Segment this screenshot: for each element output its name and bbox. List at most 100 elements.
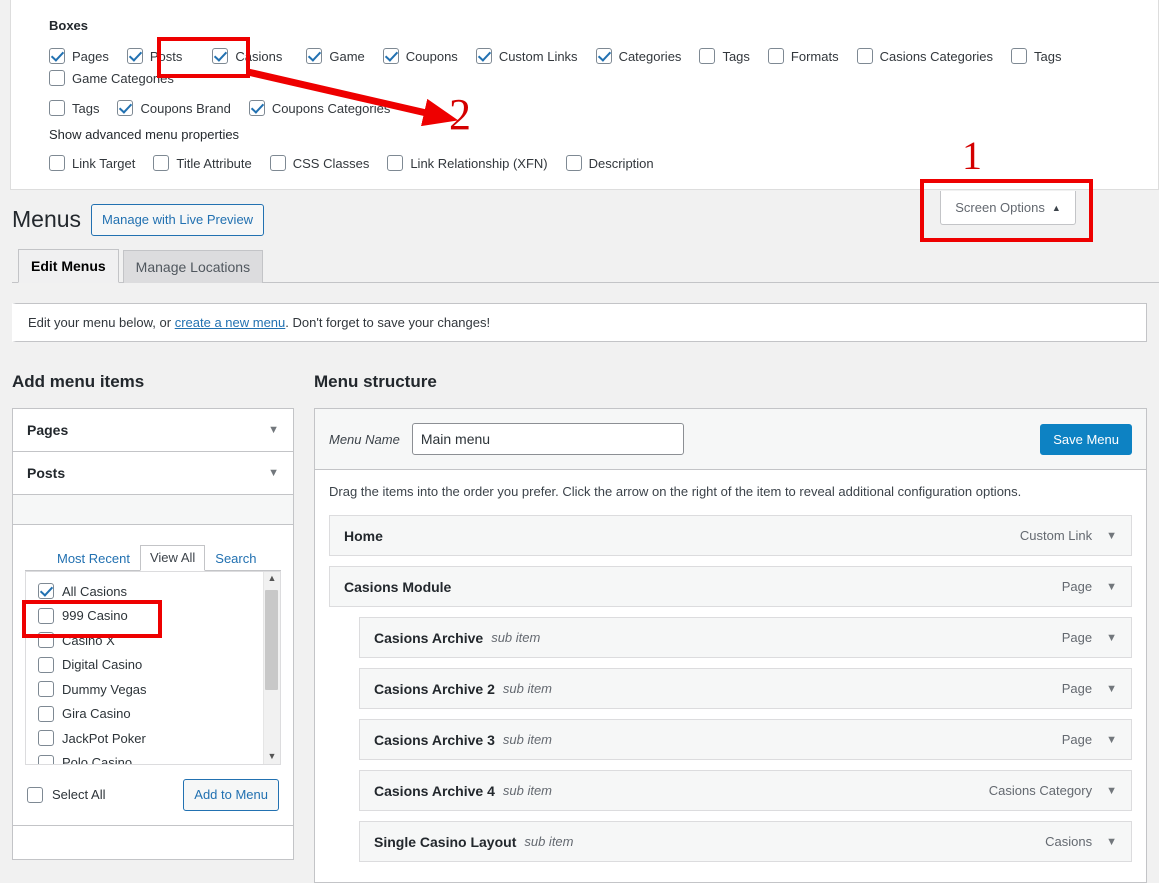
- menu-item-casions-archive[interactable]: Casions Archive sub item Page ▼: [359, 617, 1132, 658]
- checkbox-icon[interactable]: [565, 155, 582, 171]
- scroll-up-icon[interactable]: ▲: [268, 572, 277, 586]
- scrollbar-track[interactable]: [264, 586, 280, 750]
- notice-prefix: Edit your menu below, or: [28, 315, 175, 330]
- checkbox-title-attribute[interactable]: Title Attribute: [153, 152, 252, 174]
- chevron-down-icon[interactable]: ▼: [1106, 683, 1117, 695]
- list-item[interactable]: Dummy Vegas: [38, 677, 263, 702]
- list-item[interactable]: Polo Casino: [38, 751, 263, 764]
- scrollbar-thumb[interactable]: [265, 590, 278, 690]
- scroll-down-icon[interactable]: ▼: [268, 750, 277, 764]
- checkbox-icon[interactable]: [212, 48, 229, 64]
- checkbox-icon[interactable]: [306, 48, 323, 64]
- list-item-all-casions[interactable]: All Casions: [38, 579, 263, 604]
- checkbox-game[interactable]: Game: [306, 45, 365, 67]
- menu-item-casions-archive-4[interactable]: Casions Archive 4 sub item Casions Categ…: [359, 770, 1132, 811]
- checkbox-icon[interactable]: [1011, 48, 1028, 64]
- list-item[interactable]: Gira Casino: [38, 702, 263, 727]
- checkbox-icon[interactable]: [126, 48, 143, 64]
- tab-view-all[interactable]: View All: [139, 545, 206, 571]
- checkbox-pages[interactable]: Pages: [49, 45, 109, 67]
- checkbox-icon[interactable]: [38, 730, 54, 747]
- add-items-accordion: Pages ▼ Posts ▼ Most Recent View All Sea…: [12, 408, 294, 860]
- chevron-down-icon[interactable]: ▼: [1106, 632, 1117, 644]
- checkbox-coupons[interactable]: Coupons: [382, 45, 458, 67]
- advanced-checkbox-row: Link Target Title Attribute CSS Classes …: [49, 152, 1138, 174]
- add-to-menu-button[interactable]: Add to Menu: [183, 779, 279, 811]
- checkbox-icon[interactable]: [269, 155, 286, 171]
- tab-manage-locations[interactable]: Manage Locations: [122, 249, 264, 283]
- checkbox-casions-categories[interactable]: Casions Categories: [856, 45, 993, 67]
- checkbox-icon[interactable]: [153, 155, 170, 171]
- list-item-label: 999 Casino: [62, 608, 128, 624]
- menu-item-casions-archive-3[interactable]: Casions Archive 3 sub item Page ▼: [359, 719, 1132, 760]
- menu-item-casions-archive-2[interactable]: Casions Archive 2 sub item Page ▼: [359, 668, 1132, 709]
- tab-most-recent[interactable]: Most Recent: [47, 546, 140, 571]
- checkbox-tags-3[interactable]: Tags: [49, 97, 99, 119]
- select-all-checkbox[interactable]: Select All: [27, 786, 105, 803]
- list-item[interactable]: 999 Casino: [38, 604, 263, 629]
- checkbox-posts[interactable]: Posts: [126, 45, 182, 67]
- checkbox-icon[interactable]: [475, 48, 492, 64]
- chevron-down-icon[interactable]: ▼: [1106, 530, 1117, 542]
- checkbox-css-classes[interactable]: CSS Classes: [269, 152, 369, 174]
- accordion-pages[interactable]: Pages ▼: [13, 409, 293, 452]
- checkbox-formats[interactable]: Formats: [767, 45, 839, 67]
- menu-item-title: Single Casino Layout: [374, 833, 517, 850]
- checkbox-icon[interactable]: [856, 48, 873, 64]
- chevron-down-icon[interactable]: ▼: [1106, 836, 1117, 848]
- menu-item-casions-module[interactable]: Casions Module Page ▼: [329, 566, 1132, 607]
- checkbox-icon[interactable]: [595, 48, 612, 64]
- list-scrollbar[interactable]: ▲ ▼: [263, 572, 280, 764]
- checkbox-description[interactable]: Description: [565, 152, 654, 174]
- accordion-spacer: [13, 495, 293, 525]
- checkbox-icon[interactable]: [38, 607, 54, 624]
- create-new-menu-link[interactable]: create a new menu: [175, 315, 286, 330]
- checkbox-tags[interactable]: Tags: [699, 45, 750, 67]
- checkbox-label: Coupons Categories: [271, 100, 391, 116]
- menu-item-single-casino-layout[interactable]: Single Casino Layout sub item Casions ▼: [359, 821, 1132, 862]
- save-menu-button[interactable]: Save Menu: [1040, 423, 1132, 455]
- checkbox-casions[interactable]: Casions: [212, 45, 282, 67]
- tab-search[interactable]: Search: [205, 546, 266, 571]
- checkbox-icon[interactable]: [27, 786, 43, 803]
- checkbox-icon[interactable]: [38, 632, 54, 649]
- menu-item-type: Page: [1061, 681, 1093, 696]
- checkbox-icon[interactable]: [49, 48, 65, 64]
- checkbox-custom-links[interactable]: Custom Links: [475, 45, 578, 67]
- checkbox-icon[interactable]: [767, 48, 784, 64]
- menu-item-home[interactable]: Home Custom Link ▼: [329, 515, 1132, 556]
- checkbox-icon[interactable]: [38, 681, 54, 698]
- menu-name-input[interactable]: [411, 423, 684, 455]
- list-item[interactable]: Digital Casino: [38, 653, 263, 678]
- chevron-down-icon[interactable]: ▼: [1106, 734, 1117, 746]
- checkbox-coupons-brand[interactable]: Coupons Brand: [117, 97, 231, 119]
- checkbox-icon[interactable]: [38, 656, 54, 673]
- accordion-posts[interactable]: Posts ▼: [13, 452, 293, 495]
- checkbox-icon[interactable]: [49, 70, 65, 86]
- tab-edit-menus[interactable]: Edit Menus: [18, 248, 119, 283]
- accordion-next-item[interactable]: [13, 824, 293, 859]
- checkbox-icon[interactable]: [387, 155, 404, 171]
- chevron-down-icon[interactable]: ▼: [1106, 785, 1117, 797]
- list-item[interactable]: JackPot Poker: [38, 726, 263, 751]
- menu-structure-panel: Menu Name Save Menu Drag the items into …: [314, 408, 1147, 883]
- checkbox-link-relationship[interactable]: Link Relationship (XFN): [387, 152, 548, 174]
- manage-with-live-preview-button[interactable]: Manage with Live Preview: [91, 204, 265, 236]
- checkbox-icon[interactable]: [699, 48, 716, 64]
- checkbox-icon[interactable]: [38, 583, 54, 600]
- chevron-down-icon[interactable]: ▼: [1106, 581, 1117, 593]
- checkbox-icon[interactable]: [38, 705, 54, 722]
- checkbox-icon[interactable]: [117, 100, 134, 116]
- checkbox-icon[interactable]: [49, 155, 65, 171]
- checkbox-icon[interactable]: [49, 100, 65, 116]
- checkbox-categories[interactable]: Categories: [595, 45, 681, 67]
- checkbox-icon[interactable]: [38, 754, 54, 764]
- checkbox-icon[interactable]: [382, 48, 399, 64]
- list-item[interactable]: Casino X: [38, 628, 263, 653]
- menu-item-type: Casions Category: [988, 783, 1093, 798]
- checkbox-tags-2[interactable]: Tags: [1011, 45, 1062, 67]
- checkbox-link-target[interactable]: Link Target: [49, 152, 135, 174]
- checkbox-coupons-categories[interactable]: Coupons Categories: [248, 97, 391, 119]
- checkbox-game-categories[interactable]: Game Categories: [49, 67, 174, 89]
- checkbox-icon[interactable]: [248, 100, 265, 116]
